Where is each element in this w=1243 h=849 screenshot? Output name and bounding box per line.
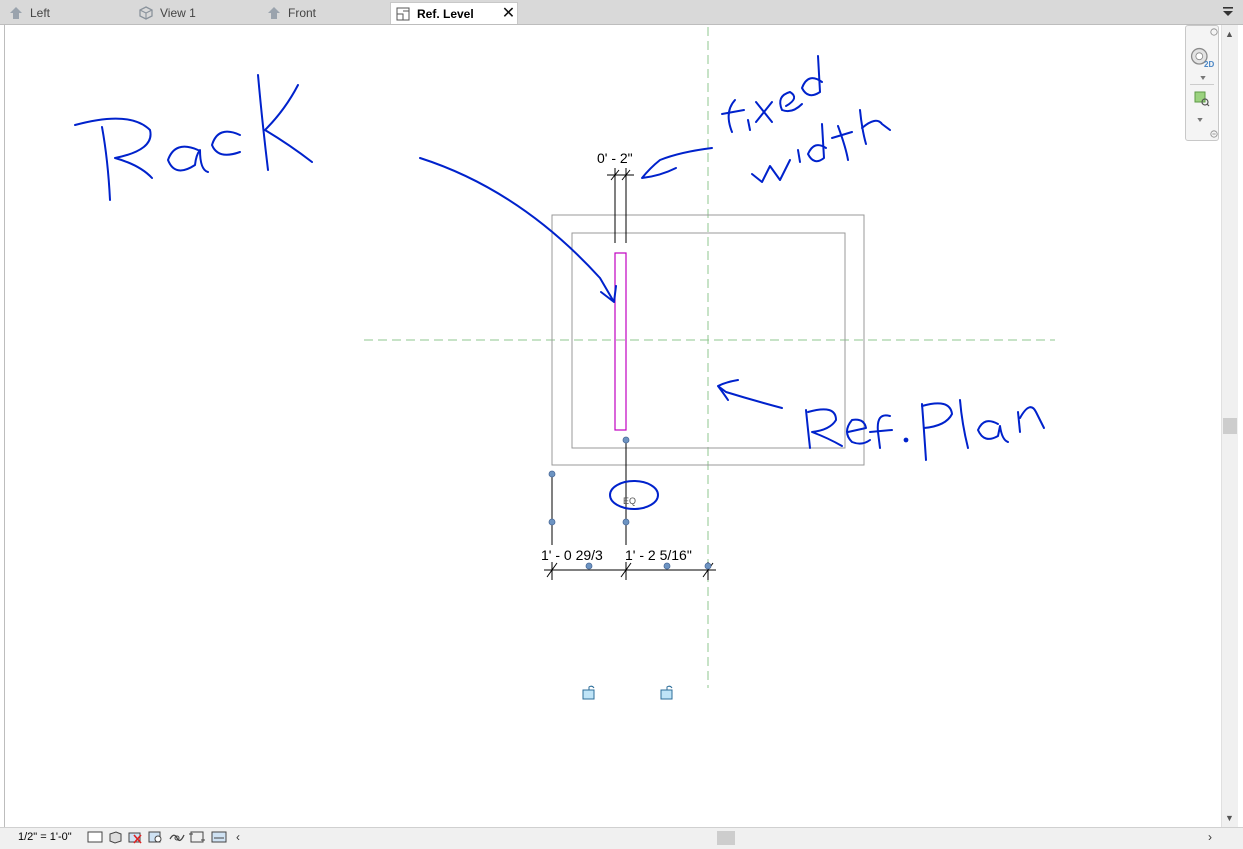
visual-style-icon[interactable] bbox=[106, 829, 124, 845]
scroll-right-icon[interactable]: › bbox=[1208, 830, 1212, 844]
dim-bottom-right-label: 1' - 2 5/16" bbox=[625, 547, 692, 563]
vertical-scrollbar[interactable]: ▲ ▼ bbox=[1221, 25, 1238, 827]
dim-bottom-left-label: 1' - 0 29/3 bbox=[541, 547, 603, 563]
scroll-up-icon[interactable]: ▲ bbox=[1225, 29, 1234, 39]
vertical-scroll-thumb[interactable] bbox=[1223, 418, 1237, 434]
handwritten-rack-note bbox=[74, 74, 313, 201]
rack-element[interactable] bbox=[614, 252, 627, 431]
scroll-down-icon[interactable]: ▼ bbox=[1225, 813, 1234, 823]
handwritten-fixed-width-note bbox=[721, 55, 891, 183]
ref-plan-pointer-arrow bbox=[717, 379, 783, 409]
temporary-hide-icon[interactable] bbox=[210, 829, 228, 845]
show-crop-region-icon[interactable] bbox=[188, 829, 206, 845]
zoom-region-icon[interactable] bbox=[1194, 91, 1210, 107]
navbar-divider bbox=[1190, 84, 1214, 85]
fixed-width-pointer-arrow bbox=[641, 147, 713, 179]
grip-handle[interactable] bbox=[622, 518, 630, 526]
lock-icon[interactable] bbox=[582, 685, 595, 700]
chevron-down-icon[interactable] bbox=[1200, 76, 1206, 80]
rack-pointer-arrow bbox=[419, 157, 617, 303]
view-scale[interactable]: 1/2" = 1'-0" bbox=[18, 831, 72, 843]
horizontal-scroll-thumb[interactable] bbox=[717, 831, 735, 845]
close-navbar-icon[interactable] bbox=[1210, 28, 1218, 36]
crop-view-icon[interactable] bbox=[168, 829, 186, 845]
tab-list-dropdown-icon[interactable] bbox=[1221, 5, 1235, 19]
detail-level-icon[interactable] bbox=[86, 829, 104, 845]
dim-top-label: 0' - 2" bbox=[597, 150, 633, 166]
navigation-bar: 2D bbox=[1185, 25, 1219, 141]
horizontal-scrollbar[interactable] bbox=[250, 831, 1218, 845]
chevron-down-icon[interactable] bbox=[1197, 118, 1203, 122]
view-control-bar: 1/2" = 1'-0" ‹ › bbox=[0, 827, 1243, 849]
top-width-dimension[interactable]: 0' - 2" bbox=[597, 150, 634, 243]
grip-handle[interactable] bbox=[548, 518, 556, 526]
handwritten-ref-plan-note bbox=[805, 399, 1045, 461]
scroll-left-icon[interactable]: ‹ bbox=[236, 830, 240, 844]
navbar-options-icon[interactable] bbox=[1210, 130, 1218, 138]
bottom-dimension-chain[interactable]: 1' - 0 29/3 1' - 2 5/16" bbox=[541, 547, 716, 580]
grip-handle[interactable] bbox=[548, 470, 556, 478]
grip-handle[interactable] bbox=[622, 436, 630, 444]
drawing-area: 0' - 2" EQ 1' - 0 29/3 1' - 2 5/16" bbox=[74, 27, 1055, 700]
lock-icon[interactable] bbox=[660, 685, 673, 700]
sun-path-off-icon[interactable] bbox=[126, 829, 144, 845]
eq-toggle[interactable]: EQ bbox=[623, 496, 636, 506]
navbar-mode-label: 2D bbox=[1204, 60, 1215, 69]
shadows-off-icon[interactable] bbox=[146, 829, 164, 845]
